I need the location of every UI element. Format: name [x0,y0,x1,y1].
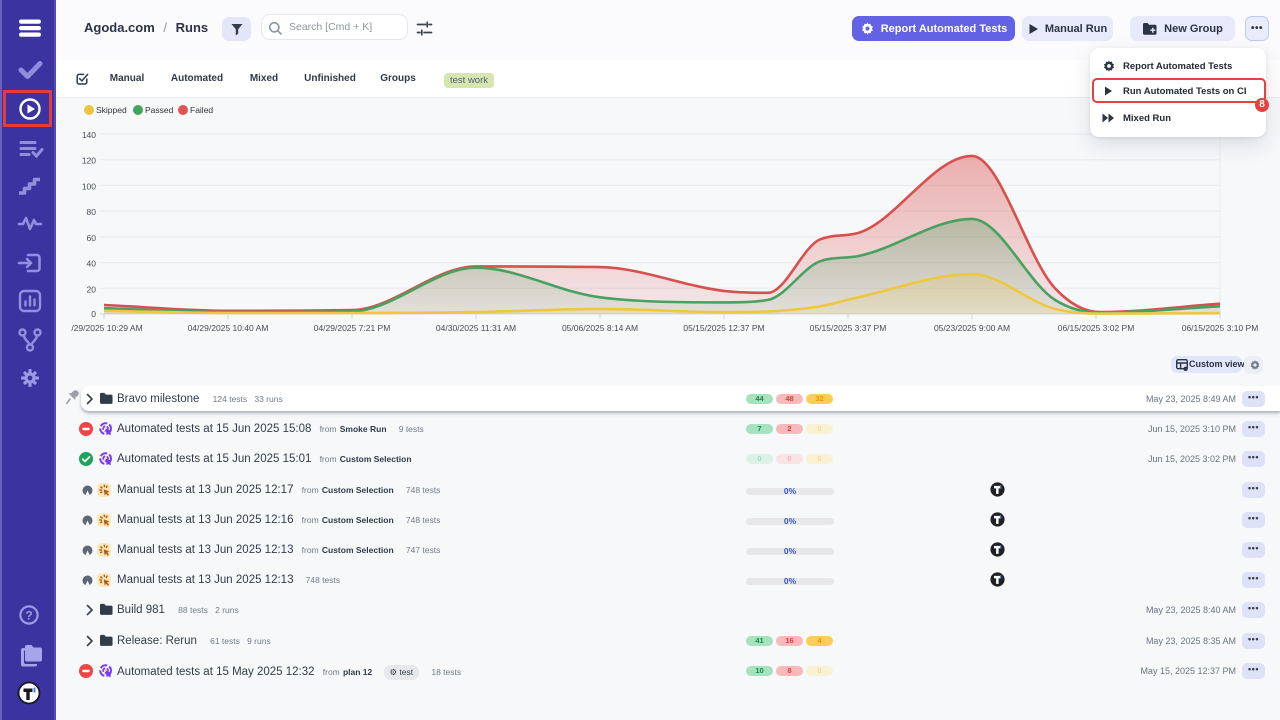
svg-text:06/15/2025 3:10 PM: 06/15/2025 3:10 PM [1182,323,1259,333]
svg-text:100: 100 [82,181,96,191]
svg-text:0: 0 [91,309,96,319]
svg-text:05/23/2025 9:00 AM: 05/23/2025 9:00 AM [934,323,1010,333]
svg-text:04/29/2025 10:40 AM: 04/29/2025 10:40 AM [188,323,269,333]
svg-text:/29/2025 10:29 AM: /29/2025 10:29 AM [71,323,142,333]
svg-text:05/15/2025 12:37 PM: 05/15/2025 12:37 PM [683,323,764,333]
svg-text:40: 40 [87,259,97,269]
svg-text:140: 140 [82,130,96,140]
svg-text:60: 60 [87,233,97,243]
svg-text:06/15/2025 3:02 PM: 06/15/2025 3:02 PM [1058,323,1135,333]
svg-text:20: 20 [87,284,97,294]
svg-text:04/30/2025 11:31 AM: 04/30/2025 11:31 AM [436,323,516,333]
svg-text:05/06/2025 8:14 AM: 05/06/2025 8:14 AM [562,323,638,333]
svg-text:05/15/2025 3:37 PM: 05/15/2025 3:37 PM [810,323,887,333]
svg-text:80: 80 [87,207,97,217]
svg-text:04/29/2025 7:21 PM: 04/29/2025 7:21 PM [314,323,391,333]
svg-text:120: 120 [82,156,96,166]
svg-text:?: ? [25,609,32,623]
